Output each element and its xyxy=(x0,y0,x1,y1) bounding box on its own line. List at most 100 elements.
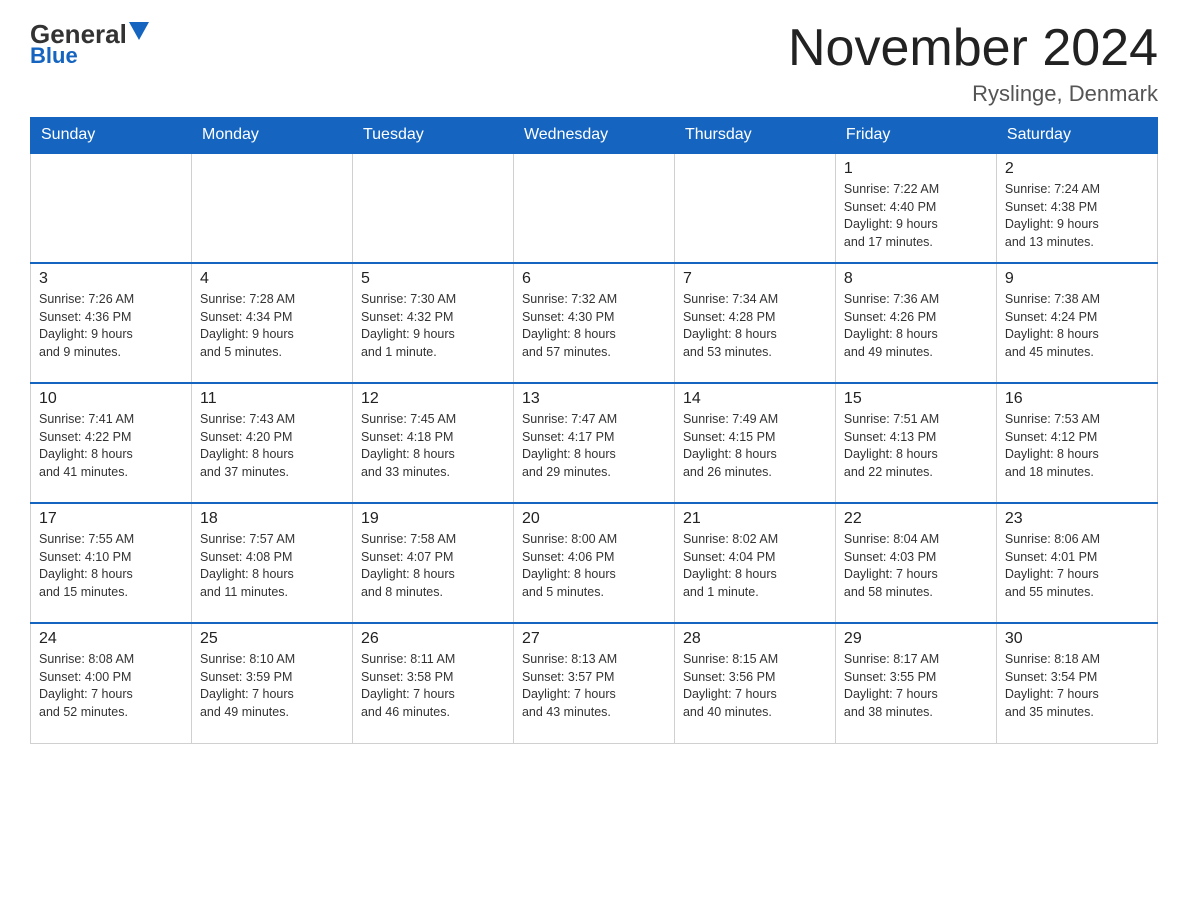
day-info: Sunrise: 7:24 AM Sunset: 4:38 PM Dayligh… xyxy=(1005,181,1149,251)
day-number: 27 xyxy=(522,630,666,648)
logo: General Blue xyxy=(30,20,149,69)
day-info: Sunrise: 8:00 AM Sunset: 4:06 PM Dayligh… xyxy=(522,531,666,601)
day-number: 9 xyxy=(1005,270,1149,288)
day-number: 14 xyxy=(683,390,827,408)
logo-arrow-icon xyxy=(129,22,149,42)
calendar-cell: 15 Sunrise: 7:51 AM Sunset: 4:13 PM Dayli… xyxy=(835,383,996,503)
day-info: Sunrise: 7:26 AM Sunset: 4:36 PM Dayligh… xyxy=(39,291,183,361)
col-header-friday: Friday xyxy=(835,118,996,154)
day-info: Sunrise: 8:13 AM Sunset: 3:57 PM Dayligh… xyxy=(522,651,666,721)
day-info: Sunrise: 7:30 AM Sunset: 4:32 PM Dayligh… xyxy=(361,291,505,361)
day-info: Sunrise: 7:45 AM Sunset: 4:18 PM Dayligh… xyxy=(361,411,505,481)
day-number: 22 xyxy=(844,510,988,528)
day-number: 11 xyxy=(200,390,344,408)
title-block: November 2024 Ryslinge, Denmark xyxy=(788,20,1158,107)
calendar-cell: 29 Sunrise: 8:17 AM Sunset: 3:55 PM Dayli… xyxy=(835,623,996,743)
col-header-thursday: Thursday xyxy=(674,118,835,154)
day-number: 3 xyxy=(39,270,183,288)
calendar-cell: 19 Sunrise: 7:58 AM Sunset: 4:07 PM Dayli… xyxy=(352,503,513,623)
calendar-cell: 5 Sunrise: 7:30 AM Sunset: 4:32 PM Daylig… xyxy=(352,263,513,383)
calendar-cell: 3 Sunrise: 7:26 AM Sunset: 4:36 PM Daylig… xyxy=(31,263,192,383)
day-info: Sunrise: 7:51 AM Sunset: 4:13 PM Dayligh… xyxy=(844,411,988,481)
col-header-monday: Monday xyxy=(191,118,352,154)
calendar-cell: 20 Sunrise: 8:00 AM Sunset: 4:06 PM Dayli… xyxy=(513,503,674,623)
day-number: 5 xyxy=(361,270,505,288)
calendar-cell: 11 Sunrise: 7:43 AM Sunset: 4:20 PM Dayli… xyxy=(191,383,352,503)
day-number: 16 xyxy=(1005,390,1149,408)
calendar-cell: 12 Sunrise: 7:45 AM Sunset: 4:18 PM Dayli… xyxy=(352,383,513,503)
day-info: Sunrise: 8:08 AM Sunset: 4:00 PM Dayligh… xyxy=(39,651,183,721)
day-info: Sunrise: 8:02 AM Sunset: 4:04 PM Dayligh… xyxy=(683,531,827,601)
calendar-cell: 30 Sunrise: 8:18 AM Sunset: 3:54 PM Dayli… xyxy=(996,623,1157,743)
day-number: 26 xyxy=(361,630,505,648)
calendar-table: SundayMondayTuesdayWednesdayThursdayFrid… xyxy=(30,117,1158,744)
calendar-cell: 1 Sunrise: 7:22 AM Sunset: 4:40 PM Daylig… xyxy=(835,153,996,263)
day-number: 12 xyxy=(361,390,505,408)
calendar-cell xyxy=(352,153,513,263)
day-info: Sunrise: 7:58 AM Sunset: 4:07 PM Dayligh… xyxy=(361,531,505,601)
day-info: Sunrise: 7:22 AM Sunset: 4:40 PM Dayligh… xyxy=(844,181,988,251)
day-number: 2 xyxy=(1005,160,1149,178)
day-info: Sunrise: 8:10 AM Sunset: 3:59 PM Dayligh… xyxy=(200,651,344,721)
calendar-week-row: 17 Sunrise: 7:55 AM Sunset: 4:10 PM Dayli… xyxy=(31,503,1158,623)
day-number: 24 xyxy=(39,630,183,648)
day-number: 6 xyxy=(522,270,666,288)
calendar-cell: 27 Sunrise: 8:13 AM Sunset: 3:57 PM Dayli… xyxy=(513,623,674,743)
day-number: 29 xyxy=(844,630,988,648)
calendar-cell: 24 Sunrise: 8:08 AM Sunset: 4:00 PM Dayli… xyxy=(31,623,192,743)
day-number: 17 xyxy=(39,510,183,528)
day-info: Sunrise: 7:36 AM Sunset: 4:26 PM Dayligh… xyxy=(844,291,988,361)
day-info: Sunrise: 8:18 AM Sunset: 3:54 PM Dayligh… xyxy=(1005,651,1149,721)
day-number: 20 xyxy=(522,510,666,528)
calendar-cell: 21Sunrise: 8:02 AM Sunset: 4:04 PM Dayli… xyxy=(674,503,835,623)
calendar-cell: 22 Sunrise: 8:04 AM Sunset: 4:03 PM Dayli… xyxy=(835,503,996,623)
day-number: 4 xyxy=(200,270,344,288)
calendar-cell xyxy=(674,153,835,263)
day-number: 23 xyxy=(1005,510,1149,528)
col-header-sunday: Sunday xyxy=(31,118,192,154)
day-info: Sunrise: 7:34 AM Sunset: 4:28 PM Dayligh… xyxy=(683,291,827,361)
col-header-tuesday: Tuesday xyxy=(352,118,513,154)
calendar-week-row: 3 Sunrise: 7:26 AM Sunset: 4:36 PM Daylig… xyxy=(31,263,1158,383)
calendar-cell: 26 Sunrise: 8:11 AM Sunset: 3:58 PM Dayli… xyxy=(352,623,513,743)
day-info: Sunrise: 7:57 AM Sunset: 4:08 PM Dayligh… xyxy=(200,531,344,601)
calendar-week-row: 10 Sunrise: 7:41 AM Sunset: 4:22 PM Dayli… xyxy=(31,383,1158,503)
calendar-header-row: SundayMondayTuesdayWednesdayThursdayFrid… xyxy=(31,118,1158,154)
calendar-cell xyxy=(191,153,352,263)
day-info: Sunrise: 7:55 AM Sunset: 4:10 PM Dayligh… xyxy=(39,531,183,601)
day-number: 1 xyxy=(844,160,988,178)
calendar-cell: 2 Sunrise: 7:24 AM Sunset: 4:38 PM Daylig… xyxy=(996,153,1157,263)
calendar-week-row: 1 Sunrise: 7:22 AM Sunset: 4:40 PM Daylig… xyxy=(31,153,1158,263)
day-info: Sunrise: 8:11 AM Sunset: 3:58 PM Dayligh… xyxy=(361,651,505,721)
page-header: General Blue November 2024 Ryslinge, Den… xyxy=(30,20,1158,107)
day-info: Sunrise: 7:32 AM Sunset: 4:30 PM Dayligh… xyxy=(522,291,666,361)
calendar-cell xyxy=(31,153,192,263)
calendar-cell: 25Sunrise: 8:10 AM Sunset: 3:59 PM Dayli… xyxy=(191,623,352,743)
day-info: Sunrise: 7:41 AM Sunset: 4:22 PM Dayligh… xyxy=(39,411,183,481)
day-info: Sunrise: 7:38 AM Sunset: 4:24 PM Dayligh… xyxy=(1005,291,1149,361)
day-info: Sunrise: 8:15 AM Sunset: 3:56 PM Dayligh… xyxy=(683,651,827,721)
day-number: 15 xyxy=(844,390,988,408)
day-number: 13 xyxy=(522,390,666,408)
calendar-cell: 4Sunrise: 7:28 AM Sunset: 4:34 PM Daylig… xyxy=(191,263,352,383)
day-info: Sunrise: 8:04 AM Sunset: 4:03 PM Dayligh… xyxy=(844,531,988,601)
day-info: Sunrise: 7:47 AM Sunset: 4:17 PM Dayligh… xyxy=(522,411,666,481)
day-number: 8 xyxy=(844,270,988,288)
calendar-cell: 23Sunrise: 8:06 AM Sunset: 4:01 PM Dayli… xyxy=(996,503,1157,623)
day-info: Sunrise: 7:43 AM Sunset: 4:20 PM Dayligh… xyxy=(200,411,344,481)
calendar-cell: 16 Sunrise: 7:53 AM Sunset: 4:12 PM Dayli… xyxy=(996,383,1157,503)
calendar-cell: 9 Sunrise: 7:38 AM Sunset: 4:24 PM Daylig… xyxy=(996,263,1157,383)
calendar-cell: 7 Sunrise: 7:34 AM Sunset: 4:28 PM Daylig… xyxy=(674,263,835,383)
day-number: 10 xyxy=(39,390,183,408)
calendar-cell: 10 Sunrise: 7:41 AM Sunset: 4:22 PM Dayli… xyxy=(31,383,192,503)
location: Ryslinge, Denmark xyxy=(788,81,1158,107)
col-header-saturday: Saturday xyxy=(996,118,1157,154)
calendar-cell: 17 Sunrise: 7:55 AM Sunset: 4:10 PM Dayli… xyxy=(31,503,192,623)
day-info: Sunrise: 7:53 AM Sunset: 4:12 PM Dayligh… xyxy=(1005,411,1149,481)
day-number: 7 xyxy=(683,270,827,288)
calendar-week-row: 24 Sunrise: 8:08 AM Sunset: 4:00 PM Dayli… xyxy=(31,623,1158,743)
day-number: 30 xyxy=(1005,630,1149,648)
calendar-cell: 18Sunrise: 7:57 AM Sunset: 4:08 PM Dayli… xyxy=(191,503,352,623)
day-info: Sunrise: 8:17 AM Sunset: 3:55 PM Dayligh… xyxy=(844,651,988,721)
day-number: 19 xyxy=(361,510,505,528)
